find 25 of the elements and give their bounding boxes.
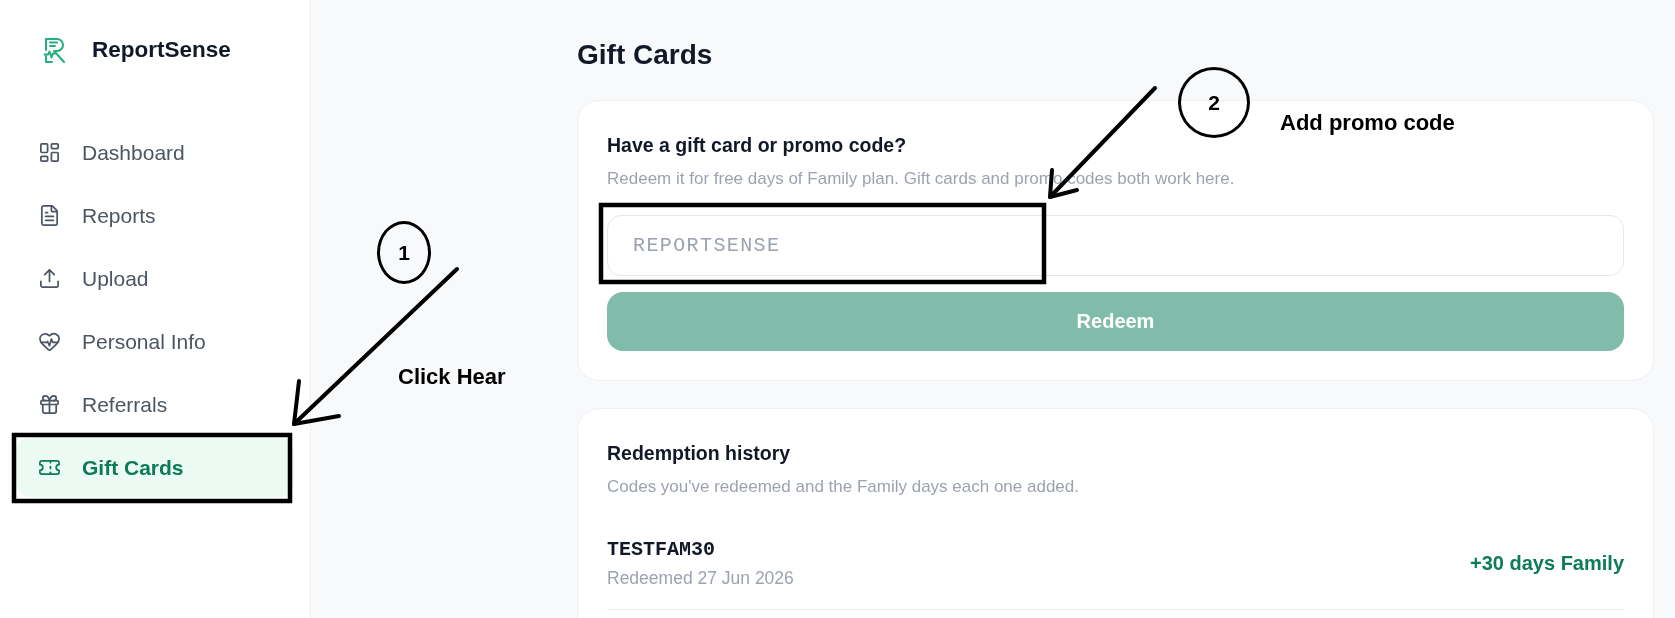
days-added: +30 days Family bbox=[1470, 552, 1624, 575]
sidebar-item[interactable]: Referrals bbox=[16, 375, 294, 434]
card-title: Have a gift card or promo code? bbox=[607, 133, 907, 157]
page-title: Gift Cards bbox=[577, 39, 713, 71]
upload-icon bbox=[38, 267, 61, 290]
step-number-marker: 2 bbox=[1178, 67, 1250, 138]
redeemed-code: TESTFAM30 bbox=[607, 538, 716, 562]
dashboard-icon bbox=[38, 141, 61, 164]
logo-icon bbox=[43, 36, 67, 64]
gift-icon bbox=[38, 393, 61, 416]
heart-pulse-icon bbox=[38, 330, 61, 353]
annotation-label: Add promo code bbox=[1280, 110, 1455, 136]
brand-name: ReportSense bbox=[92, 37, 231, 63]
code-input[interactable]: REPORTSENSE bbox=[607, 215, 1624, 276]
card-subtitle: Codes you've redeemed and the Family days each one added. bbox=[607, 476, 1079, 498]
card-title: Redemption history bbox=[607, 441, 791, 465]
annotation-label: Click Hear bbox=[398, 364, 506, 390]
document-icon bbox=[38, 204, 61, 227]
sidebar-item[interactable]: Gift Cards bbox=[16, 438, 294, 497]
sidebar-item[interactable]: Reports bbox=[16, 186, 294, 245]
sidebar-item[interactable]: Upload bbox=[16, 249, 294, 308]
step-number-marker: 1 bbox=[377, 221, 431, 284]
redeemed-date: Redeemed 27 Jun 2026 bbox=[607, 567, 794, 589]
sidebar-item[interactable]: Personal Info bbox=[16, 312, 294, 371]
sidebar-item[interactable]: Dashboard bbox=[16, 123, 294, 182]
